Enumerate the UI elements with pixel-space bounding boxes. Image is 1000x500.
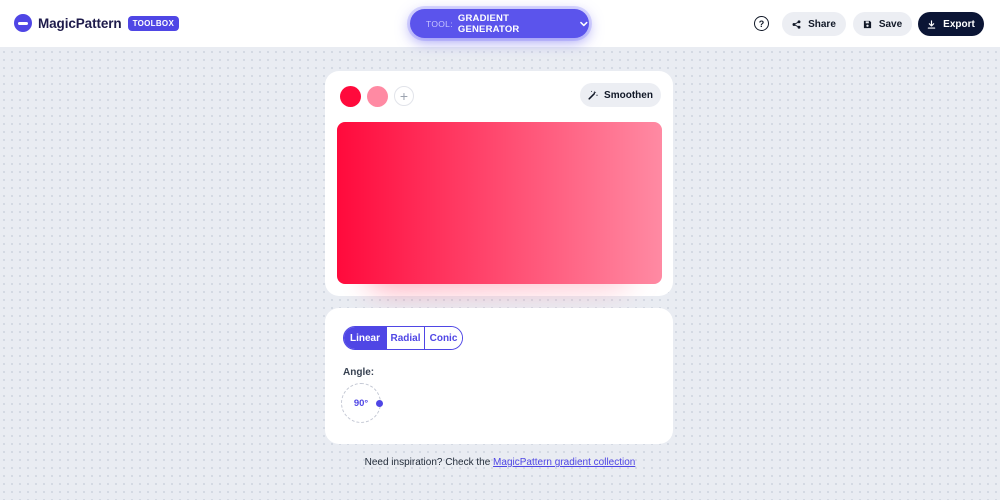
gradient-settings-card: Linear Radial Conic Angle: 90° — [325, 308, 673, 444]
help-circle-icon[interactable]: ? — [754, 16, 769, 31]
share-icon — [792, 19, 801, 29]
gradient-collection-link[interactable]: MagicPattern gradient collection — [493, 457, 635, 468]
save-icon — [863, 20, 871, 28]
tool-name: GRADIENT GENERATOR — [457, 12, 520, 35]
save-button[interactable]: Save — [853, 12, 912, 36]
gradient-type-selector: Linear Radial Conic — [343, 326, 463, 350]
top-header: MagicPattern TOOLBOX TOOL: GRADIENT GENE… — [0, 0, 1000, 47]
save-label: Save — [878, 18, 903, 30]
brand-name: MagicPattern — [38, 15, 122, 31]
export-button[interactable]: Export — [918, 12, 984, 36]
angle-value: 90° — [353, 397, 369, 409]
tab-linear[interactable]: Linear — [344, 327, 386, 349]
toolbox-badge: TOOLBOX — [127, 15, 180, 31]
download-icon — [927, 19, 936, 29]
smoothen-label: Smoothen — [604, 89, 653, 101]
angle-label: Angle: — [343, 367, 375, 378]
magic-wand-icon — [588, 90, 598, 100]
tab-conic[interactable]: Conic — [424, 327, 462, 349]
magicpattern-logo-icon — [14, 14, 32, 32]
tool-selector[interactable]: TOOL: GRADIENT GENERATOR — [410, 9, 589, 38]
tab-radial[interactable]: Radial — [386, 327, 424, 349]
angle-handle[interactable] — [376, 400, 383, 407]
chevron-down-icon — [580, 21, 588, 26]
tool-prefix: TOOL: — [426, 18, 453, 29]
brand-logo[interactable]: MagicPattern TOOLBOX — [14, 14, 180, 32]
gradient-editor-card: + Smoothen — [325, 71, 673, 296]
gradient-preview — [337, 122, 662, 284]
add-color-button[interactable]: + — [394, 86, 414, 106]
inspiration-text: Need inspiration? Check the — [364, 457, 491, 468]
angle-dial[interactable]: 90° — [341, 383, 381, 423]
color-stop-1[interactable] — [340, 86, 361, 107]
color-stop-2[interactable] — [367, 86, 388, 107]
share-button[interactable]: Share — [782, 12, 846, 36]
share-label: Share — [808, 18, 836, 30]
export-label: Export — [943, 18, 975, 30]
inspiration-note: Need inspiration? Check the MagicPattern… — [0, 457, 1000, 468]
smoothen-button[interactable]: Smoothen — [580, 83, 661, 107]
